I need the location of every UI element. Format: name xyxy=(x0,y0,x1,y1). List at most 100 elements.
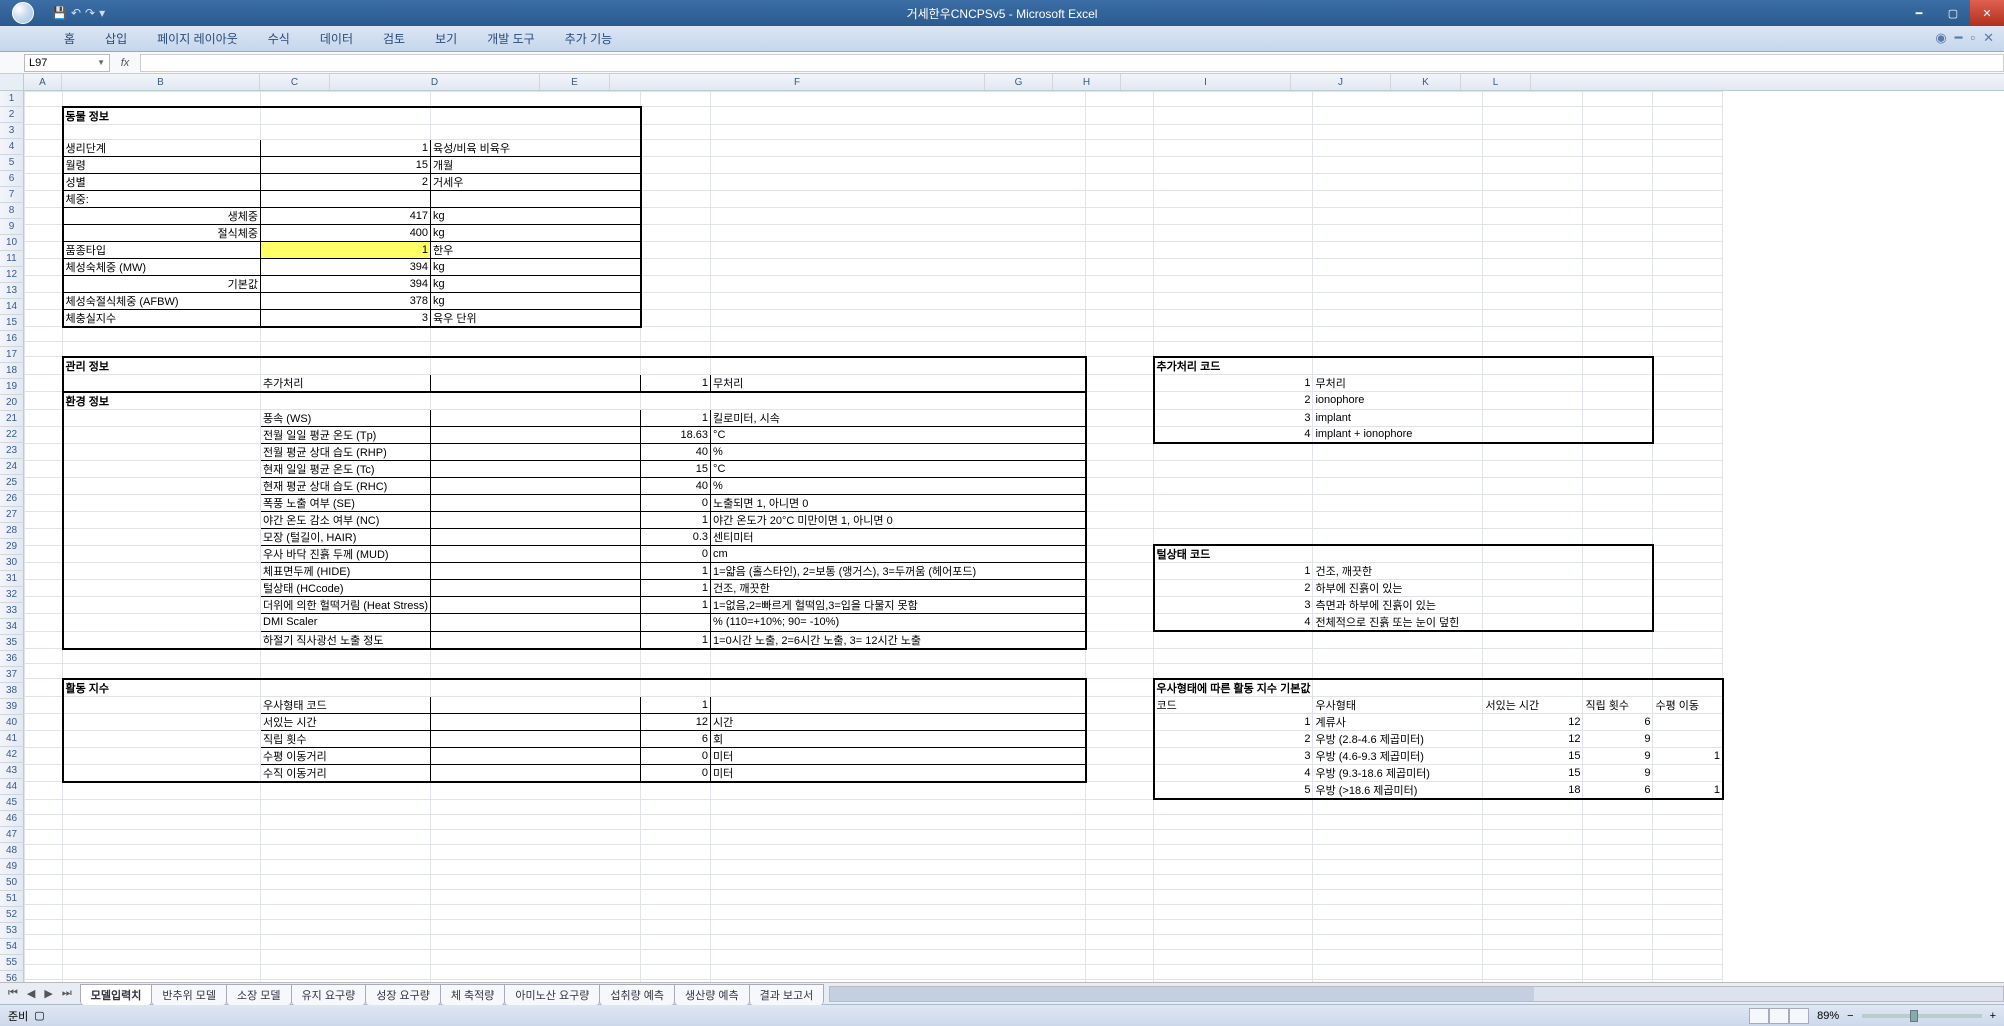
cell[interactable]: 400 xyxy=(261,224,431,241)
cell[interactable] xyxy=(1086,649,1154,664)
cell[interactable] xyxy=(1653,799,1723,814)
cell[interactable]: 체표면두께 (HIDE) xyxy=(261,563,431,580)
cell[interactable]: 1 xyxy=(641,511,711,528)
cell[interactable] xyxy=(1154,511,1313,528)
cell[interactable] xyxy=(1154,949,1313,964)
cell[interactable]: 0 xyxy=(641,747,711,764)
cell[interactable] xyxy=(1313,275,1483,292)
cell[interactable] xyxy=(641,327,711,342)
cell[interactable] xyxy=(1483,309,1583,327)
cell[interactable] xyxy=(25,631,63,649)
cell[interactable] xyxy=(63,580,261,597)
row-header[interactable]: 19 xyxy=(0,379,24,395)
cell[interactable] xyxy=(1086,443,1154,460)
cell[interactable] xyxy=(1653,904,1723,919)
cell[interactable] xyxy=(431,342,641,357)
cell[interactable] xyxy=(641,782,711,800)
row-header[interactable]: 45 xyxy=(0,795,24,811)
cell[interactable] xyxy=(641,664,711,679)
cell[interactable] xyxy=(25,327,63,342)
cell[interactable] xyxy=(1313,224,1483,241)
cell[interactable] xyxy=(1653,392,1723,410)
cell[interactable] xyxy=(641,874,711,889)
cell[interactable] xyxy=(1154,814,1313,829)
cell[interactable] xyxy=(63,764,261,782)
spreadsheet-grid[interactable]: 1234567891011121314151617181920212223242… xyxy=(0,74,2004,982)
cell[interactable]: 9 xyxy=(1583,730,1653,747)
cell[interactable] xyxy=(63,934,261,949)
cell[interactable] xyxy=(431,107,641,125)
cell[interactable] xyxy=(1483,859,1583,874)
cell[interactable] xyxy=(641,275,711,292)
cell[interactable] xyxy=(1653,309,1723,327)
cell[interactable] xyxy=(431,713,641,730)
cell[interactable]: 3 xyxy=(1154,409,1313,426)
cell[interactable] xyxy=(1483,874,1583,889)
row-header[interactable]: 21 xyxy=(0,411,24,427)
cell[interactable] xyxy=(1583,139,1653,156)
cell[interactable] xyxy=(1653,357,1723,375)
cell[interactable] xyxy=(25,730,63,747)
ribbon-tab[interactable]: 추가 기능 xyxy=(551,26,627,51)
cell[interactable] xyxy=(1653,934,1723,949)
row-header[interactable]: 16 xyxy=(0,331,24,347)
cell[interactable] xyxy=(641,889,711,904)
cell[interactable] xyxy=(63,545,261,563)
cell[interactable]: ionophore xyxy=(1313,392,1483,410)
restore-window-icon[interactable]: ▫ xyxy=(1970,30,1975,46)
cell[interactable] xyxy=(641,964,711,979)
cell[interactable] xyxy=(25,964,63,979)
cell[interactable] xyxy=(261,679,431,697)
cell[interactable] xyxy=(25,409,63,426)
cell[interactable] xyxy=(431,764,641,782)
cell[interactable] xyxy=(431,782,641,800)
cell[interactable]: 노출되면 1, 아니면 0 xyxy=(711,494,1086,511)
cell[interactable] xyxy=(1483,889,1583,904)
cell[interactable] xyxy=(1483,392,1583,410)
cell[interactable] xyxy=(711,964,1086,979)
cell[interactable] xyxy=(711,357,1086,375)
cell[interactable] xyxy=(1086,829,1154,844)
cell[interactable]: 15 xyxy=(1483,764,1583,782)
cell[interactable] xyxy=(1583,528,1653,545)
cell[interactable] xyxy=(431,844,641,859)
cell[interactable] xyxy=(641,190,711,207)
cell[interactable]: 우방 (9.3-18.6 제곱미터) xyxy=(1313,764,1483,782)
sheet-tab[interactable]: 섭취량 예측 xyxy=(599,984,675,1005)
cell[interactable] xyxy=(1483,494,1583,511)
cell[interactable]: 전월 일일 평균 온도 (Tp) xyxy=(261,426,431,443)
cell[interactable]: 전체적으로 진흙 또는 눈이 덮힌 xyxy=(1313,614,1483,632)
cell[interactable] xyxy=(641,124,711,139)
cell[interactable] xyxy=(431,979,641,982)
cell[interactable]: 하부에 진흙이 있는 xyxy=(1313,580,1483,597)
cell[interactable] xyxy=(25,443,63,460)
cell[interactable] xyxy=(25,460,63,477)
row-header[interactable]: 31 xyxy=(0,571,24,587)
cell[interactable] xyxy=(261,92,431,107)
cell[interactable] xyxy=(641,258,711,275)
cell[interactable] xyxy=(1313,979,1483,982)
cell[interactable] xyxy=(25,477,63,494)
cell[interactable]: implant xyxy=(1313,409,1483,426)
cell[interactable] xyxy=(1086,107,1154,125)
cell[interactable]: 18 xyxy=(1483,782,1583,800)
cell[interactable] xyxy=(1086,545,1154,563)
cell[interactable] xyxy=(261,829,431,844)
row-header[interactable]: 1 xyxy=(0,91,24,107)
cell[interactable] xyxy=(1653,92,1723,107)
cell[interactable] xyxy=(641,392,711,410)
column-header[interactable]: A xyxy=(24,74,62,90)
row-header[interactable]: 36 xyxy=(0,651,24,667)
cell[interactable] xyxy=(1313,309,1483,327)
cell[interactable] xyxy=(431,460,641,477)
cell[interactable] xyxy=(25,156,63,173)
cell[interactable] xyxy=(25,309,63,327)
cell[interactable] xyxy=(261,357,431,375)
cell[interactable] xyxy=(431,664,641,679)
row-header[interactable]: 8 xyxy=(0,203,24,219)
ribbon-tab[interactable]: 페이지 레이아웃 xyxy=(143,26,252,51)
cell[interactable] xyxy=(1313,631,1483,649)
tab-nav-first-icon[interactable]: ⏮ xyxy=(4,987,22,1000)
cell[interactable] xyxy=(1483,156,1583,173)
cell[interactable] xyxy=(1583,477,1653,494)
